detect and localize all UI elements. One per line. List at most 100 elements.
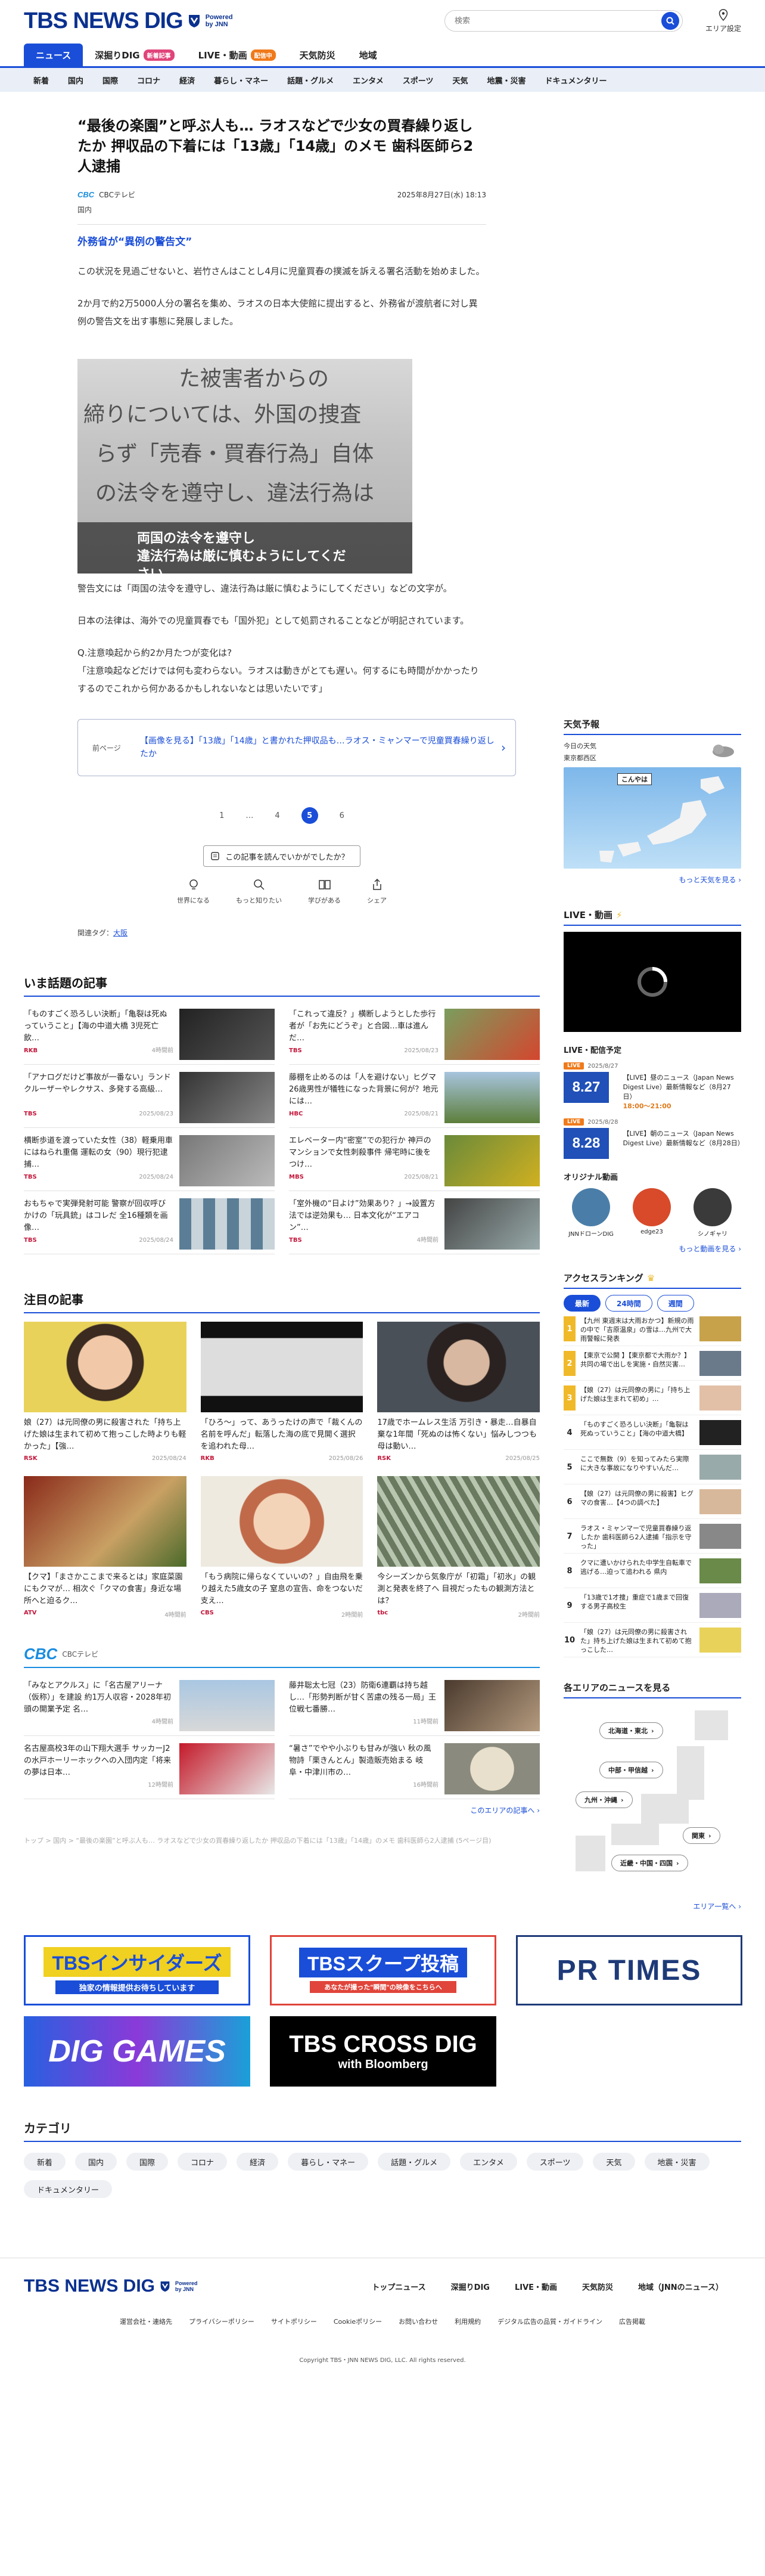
ranking-item[interactable]: 4 「ものすごく恐ろしい決断」「亀裂は死ぬっていうこと」【海の中道大橋】 [564, 1415, 741, 1450]
original-video-item[interactable]: シノギャリ [685, 1188, 740, 1238]
footer-link[interactable]: デジタル広告の品質・ガイドライン [497, 2317, 602, 2326]
reaction-share[interactable]: シェア [367, 878, 387, 905]
search-input[interactable] [444, 10, 683, 32]
area-button-kinki[interactable]: 近畿・中国・四国 › [611, 1855, 688, 1871]
video-more-link[interactable]: もっと動画を見る › [564, 1244, 741, 1254]
cbc-more-link[interactable]: このエリアの記事へ › [24, 1805, 540, 1815]
ranking-tab-24h[interactable]: 24時間 [605, 1295, 652, 1312]
ranking-item[interactable]: 9 「13歳で1才捜」重症で1歳まで回復する男子高校生 [564, 1588, 741, 1623]
reaction-learn[interactable]: 学びがある [308, 878, 341, 905]
page-link[interactable]: 4 [275, 811, 279, 820]
category-button[interactable]: 国内 [75, 2153, 117, 2171]
banner-prtimes[interactable]: PR TIMES [516, 1935, 742, 2005]
subnav-item[interactable]: エンタメ [343, 75, 393, 86]
original-video-item[interactable]: edge23 [624, 1188, 679, 1238]
ranking-item[interactable]: 10 「娘（27）は元同僚の男に殺害された」持ち上げた娘は生まれて初めて抱っこした… [564, 1623, 741, 1657]
page-link[interactable]: 1 [219, 811, 224, 820]
site-logo[interactable]: TBS NEWS DIG Powered by JNN [24, 8, 233, 34]
subnav-item[interactable]: 国内 [58, 75, 93, 86]
subnav-item[interactable]: コロナ [128, 75, 170, 86]
featured-item[interactable]: 「もう病院に帰らなくていいの？」自由飛を乗り越えた5歳女の子 窒息の宣告、命をつ… [200, 1476, 363, 1619]
cbc-item[interactable]: “暑さ”でやや小ぶりも甘みが強い 秋の風物詩「栗きんとん」製造販売始まる 岐阜・… [289, 1736, 540, 1799]
cbc-logo[interactable]: CBC [24, 1645, 57, 1663]
featured-item[interactable]: 「ひろ～」って、あうったけの声で「裁くんの名前を呼んだ」転落した海の底で見開く選… [200, 1322, 363, 1462]
subnav-item[interactable]: 暮らし・マネー [204, 75, 278, 86]
featured-item[interactable]: 今シーズンから気象庁が「初霜」「初氷」の観測と発表を終了へ 目視だったもの観測方… [377, 1476, 540, 1619]
ranking-item[interactable]: 1 【九州 東週末は大雨おかつ】新規の雨の中で「吉原温泉」の雪は…九州で大雨警報に… [564, 1312, 741, 1346]
ranking-item[interactable]: 2 【東京で公開 】【東京都で大雨か？】共同の場で出しを実施・自然災害… [564, 1346, 741, 1381]
ranking-item[interactable]: 6 【娘（27）は元同僚の男に殺害】ヒグマの食害…【4つの調べた】 [564, 1484, 741, 1519]
prev-page-link[interactable]: 前ページ 【画像を見る】「13歳」「14歳」と書かれた押収品も…ラオス・ミャンマ… [77, 719, 516, 776]
article-category[interactable]: 国内 [77, 204, 486, 225]
category-button[interactable]: 国際 [126, 2153, 169, 2171]
footer-link[interactable]: サイトポリシー [271, 2317, 317, 2326]
trending-item[interactable]: おもちゃで実弾発射可能 警察が回収呼びかけの「玩具銃」はコレだ 全16種類を画像… [24, 1191, 275, 1254]
schedule-item[interactable]: LIVE 2025/8/28 8.28 【LIVE】朝のニュース（Japan Ne… [564, 1118, 744, 1159]
nav-dig[interactable]: 深掘りDIG 新着記事 [83, 44, 186, 66]
featured-item[interactable]: 17歳でホームレス生活 万引き・暴走…自暴自棄な1年間「死ぬのは怖くない」悩みし… [377, 1322, 540, 1462]
subnav-item[interactable]: スポーツ [393, 75, 443, 86]
subnav-item[interactable]: 新着 [24, 75, 58, 86]
banner-dig-games[interactable]: DIG GAMES [24, 2016, 250, 2087]
live-player[interactable] [564, 932, 741, 1032]
nav-news[interactable]: ニュース [24, 44, 83, 66]
footer-nav-item[interactable]: 地域（JNNのニュース） [638, 2281, 723, 2292]
category-button[interactable]: 経済 [237, 2153, 279, 2171]
schedule-item[interactable]: LIVE 2025/8/27 8.27 【LIVE】昼のニュース（Japan Ne… [564, 1062, 741, 1111]
banner-insiders[interactable]: TBSインサイダーズ 独家の情報提供お待ちしています [24, 1935, 250, 2005]
featured-item[interactable]: 【クマ】「まさかここまで来るとは」家庭菜園にもクマが… 相次ぐ「クマの食害」身近… [24, 1476, 186, 1619]
ranking-tab-weekly[interactable]: 週間 [657, 1295, 694, 1312]
category-button[interactable]: 新着 [24, 2153, 66, 2171]
category-button[interactable]: コロナ [178, 2153, 228, 2171]
footer-nav-item[interactable]: トップニュース [372, 2281, 425, 2292]
ranking-item[interactable]: 7 ラオス・ミャンマーで児童買春繰り返したか 歯科医師ら2人逮捕「指示を守った」 [564, 1519, 741, 1554]
nav-weather[interactable]: 天気防災 [288, 44, 347, 66]
nav-region[interactable]: 地域 [347, 44, 389, 66]
trending-item[interactable]: 藤棚を止めるのは「人を避けない」ヒグマ 26歳男性が犠牲になった背景に何が？地元… [289, 1065, 540, 1128]
footer-nav-item[interactable]: 深掘りDIG [451, 2281, 490, 2292]
ranking-item[interactable]: 3 【娘（27）は元同僚の男に」「持ち上げた娘は生まれて初め」… [564, 1381, 741, 1415]
weather-widget[interactable]: 今日の天気 東京都西区 こんやは [564, 741, 741, 869]
category-button[interactable]: スポーツ [526, 2153, 584, 2171]
footer-link[interactable]: Cookieポリシー [334, 2317, 382, 2326]
tag-link[interactable]: 大阪 [113, 929, 128, 937]
cbc-item[interactable]: 名古屋高校3年の山下翔大選手 サッカーJ2の水戸ホーリーホックへの入団内定「将来… [24, 1736, 275, 1799]
subnav-item[interactable]: 話題・グルメ [278, 75, 343, 86]
footer-link[interactable]: 広告掲載 [619, 2317, 645, 2326]
area-button-chubu[interactable]: 中部・甲信越 › [599, 1762, 663, 1778]
category-button[interactable]: 暮らし・マネー [288, 2153, 369, 2171]
area-more-link[interactable]: エリア一覧へ › [564, 1901, 741, 1911]
subnav-item[interactable]: ドキュメンタリー [536, 75, 617, 86]
ranking-tab-latest[interactable]: 最新 [564, 1295, 601, 1312]
category-button[interactable]: 話題・グルメ [378, 2153, 451, 2171]
page-link[interactable]: 6 [340, 811, 344, 820]
trending-item[interactable]: 横断歩道を渡っていた女性（38）軽乗用車にはねられ重傷 運転の女（90）現行犯逮… [24, 1128, 275, 1191]
subnav-item[interactable]: 国際 [93, 75, 128, 86]
area-button-hokkaido-tohoku[interactable]: 北海道・東北 › [599, 1722, 663, 1739]
trending-item[interactable]: 「アナログだけど事故が一番ない」ランドクルーザーやレクサス、多発する高級… TBS… [24, 1065, 275, 1128]
area-button-kyushu[interactable]: 九州・沖縄 › [576, 1791, 633, 1808]
weather-more-link[interactable]: もっと天気を見る › [564, 875, 741, 885]
cbc-item[interactable]: 藤井聡太七冠（23）防衛6連覇は持ち越し…「形勢判断が甘く苦慮の残る一局」王位戦… [289, 1673, 540, 1736]
category-button[interactable]: 天気 [593, 2153, 635, 2171]
nav-live[interactable]: LIVE・動画 配信中 [186, 44, 288, 66]
area-setting-button[interactable]: エリア設定 [705, 8, 741, 33]
ranking-item[interactable]: 8 クマに遭いかけられた中学生自転車で逃げる…迫って追われる 県内 [564, 1554, 741, 1588]
trending-item[interactable]: エレベーター内“密室”での犯行か 神戸のマンションで女性刺殺事件 帰宅時に後をつ… [289, 1128, 540, 1191]
footer-link[interactable]: 運営会社・連絡先 [120, 2317, 172, 2326]
category-button[interactable]: 地震・災害 [644, 2153, 710, 2171]
subnav-item[interactable]: 天気 [443, 75, 477, 86]
cbc-item[interactable]: 「みなとアクルス」に「名古屋アリーナ（仮称）」を建設 約1万人収容・2028年初… [24, 1673, 275, 1736]
footer-logo[interactable]: TBS NEWS DIG Powered by JNN [24, 2276, 198, 2296]
trending-item[interactable]: 「ものすごく恐ろしい決断」「亀裂は死ぬっていうこと」【海の中道大橋 3児死亡飲…… [24, 1002, 275, 1065]
footer-nav-item[interactable]: 天気防災 [582, 2281, 613, 2292]
search-button[interactable] [661, 12, 679, 30]
reaction-curious[interactable]: 世界になる [177, 878, 210, 905]
category-button[interactable]: エンタメ [460, 2153, 517, 2171]
footer-link[interactable]: 利用規約 [455, 2317, 481, 2326]
original-video-item[interactable]: JNNドローンDIG [564, 1188, 618, 1238]
source-name[interactable]: CBCテレビ [99, 190, 135, 200]
footer-link[interactable]: お問い合わせ [399, 2317, 438, 2326]
banner-scoop[interactable]: TBSスクープ投稿 あなたが撮った"瞬間"の映像をこちらへ [270, 1935, 496, 2005]
trending-item[interactable]: 「室外機の“日よけ”効果あり？」→設置方法では逆効果も… 日本文化が“エアコン”… [289, 1191, 540, 1254]
